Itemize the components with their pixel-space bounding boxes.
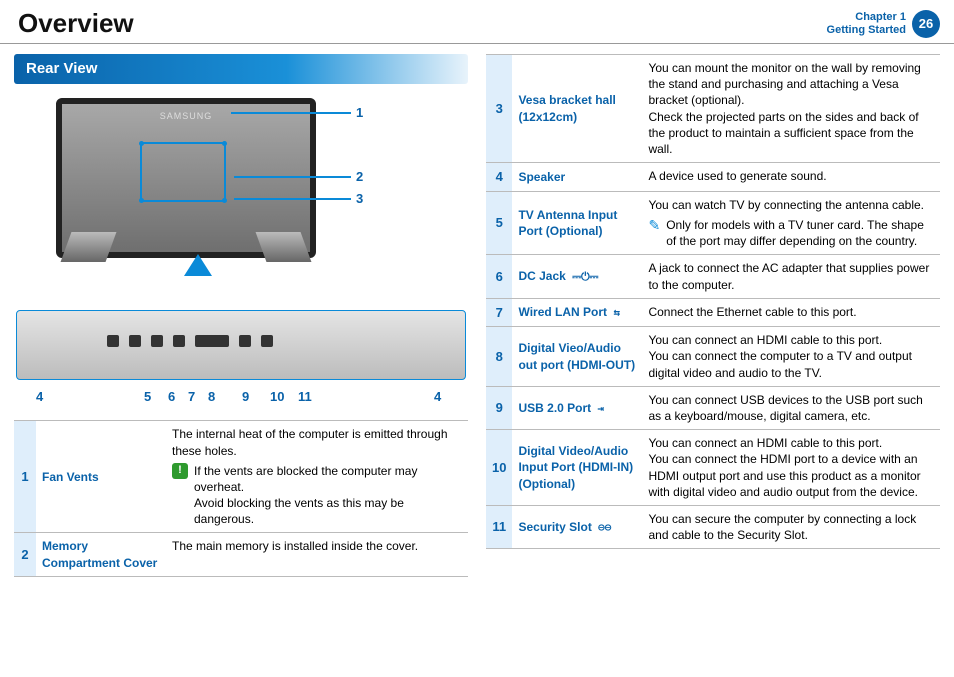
chapter-label: Chapter 1 Getting Started — [827, 11, 906, 36]
table-row: 1 Fan Vents The internal heat of the com… — [14, 421, 468, 533]
definitions-table-right: 3 Vesa bracket hall (12x12cm) You can mo… — [486, 54, 940, 549]
table-row: 2 Memory Compartment Cover The main memo… — [14, 533, 468, 576]
table-row: 11 Security Slot ⊖⊖ You can secure the c… — [486, 505, 940, 548]
left-column: Rear View SAMSUNG 1 2 3 — [14, 54, 468, 577]
desc-cell: The internal heat of the computer is emi… — [166, 421, 468, 533]
callout-2: 2 — [356, 168, 363, 186]
vesa-bracket-outline — [140, 142, 226, 202]
usb-icon: ⇥ — [598, 402, 605, 417]
port-lan — [151, 335, 163, 347]
table-row: 9 USB 2.0 Port ⇥ You can connect USB dev… — [486, 386, 940, 429]
zoom-arrow-icon — [184, 254, 212, 276]
callout-7: 7 — [188, 388, 195, 406]
right-column: 3 Vesa bracket hall (12x12cm) You can mo… — [486, 54, 940, 577]
dc-jack-icon: ⎓⏻⎓ — [572, 270, 598, 285]
port-hdmi-in — [239, 335, 251, 347]
callout-3: 3 — [356, 190, 363, 208]
port-usb-group — [195, 335, 229, 347]
table-row: 3 Vesa bracket hall (12x12cm) You can mo… — [486, 55, 940, 163]
warning-note: ! If the vents are blocked the computer … — [172, 463, 462, 528]
port-dc — [129, 335, 141, 347]
callout-5: 5 — [144, 388, 151, 406]
header-right: Chapter 1 Getting Started 26 — [827, 10, 940, 38]
port-hdmi-out — [173, 335, 185, 347]
table-row: 8 Digital Vieo/Audio out port (HDMI-OUT)… — [486, 327, 940, 387]
info-note: ✎ Only for models with a TV tuner card. … — [648, 217, 934, 249]
page-number-badge: 26 — [912, 10, 940, 38]
port-security — [261, 335, 273, 347]
callout-4-right: 4 — [434, 388, 441, 406]
ports-closeup — [16, 310, 466, 380]
table-row: 5 TV Antenna Input Port (Optional) You c… — [486, 191, 940, 255]
security-slot-icon: ⊖⊖ — [598, 521, 611, 536]
table-row: 4 Speaker A device used to generate soun… — [486, 163, 940, 192]
brand-label: SAMSUNG — [160, 110, 213, 122]
memo-icon: ✎ — [648, 218, 660, 232]
callout-6: 6 — [168, 388, 175, 406]
desc-cell: You can watch TV by connecting the anten… — [642, 191, 940, 255]
callout-1: 1 — [356, 104, 363, 122]
ports-callout-numbers: 4 5 6 7 8 9 10 11 4 — [16, 388, 466, 410]
callout-11: 11 — [298, 388, 312, 406]
definitions-table-left: 1 Fan Vents The internal heat of the com… — [14, 420, 468, 577]
rear-view-diagram: SAMSUNG 1 2 3 — [16, 94, 466, 304]
callout-8: 8 — [208, 388, 215, 406]
callout-9: 9 — [242, 388, 249, 406]
page-title: Overview — [18, 6, 134, 41]
table-row: 6 DC Jack ⎓⏻⎓ A jack to connect the AC a… — [486, 255, 940, 298]
section-title-rear-view: Rear View — [14, 54, 468, 84]
port-antenna — [107, 335, 119, 347]
callout-10: 10 — [270, 388, 284, 406]
page-header: Overview Chapter 1 Getting Started 26 — [0, 0, 954, 44]
table-row: 10 Digital Video/Audio Input Port (HDMI-… — [486, 430, 940, 506]
callout-4-left: 4 — [36, 388, 43, 406]
lan-icon: ⇆ — [613, 306, 620, 321]
warning-icon: ! — [172, 463, 188, 479]
table-row: 7 Wired LAN Port ⇆ Connect the Ethernet … — [486, 298, 940, 327]
